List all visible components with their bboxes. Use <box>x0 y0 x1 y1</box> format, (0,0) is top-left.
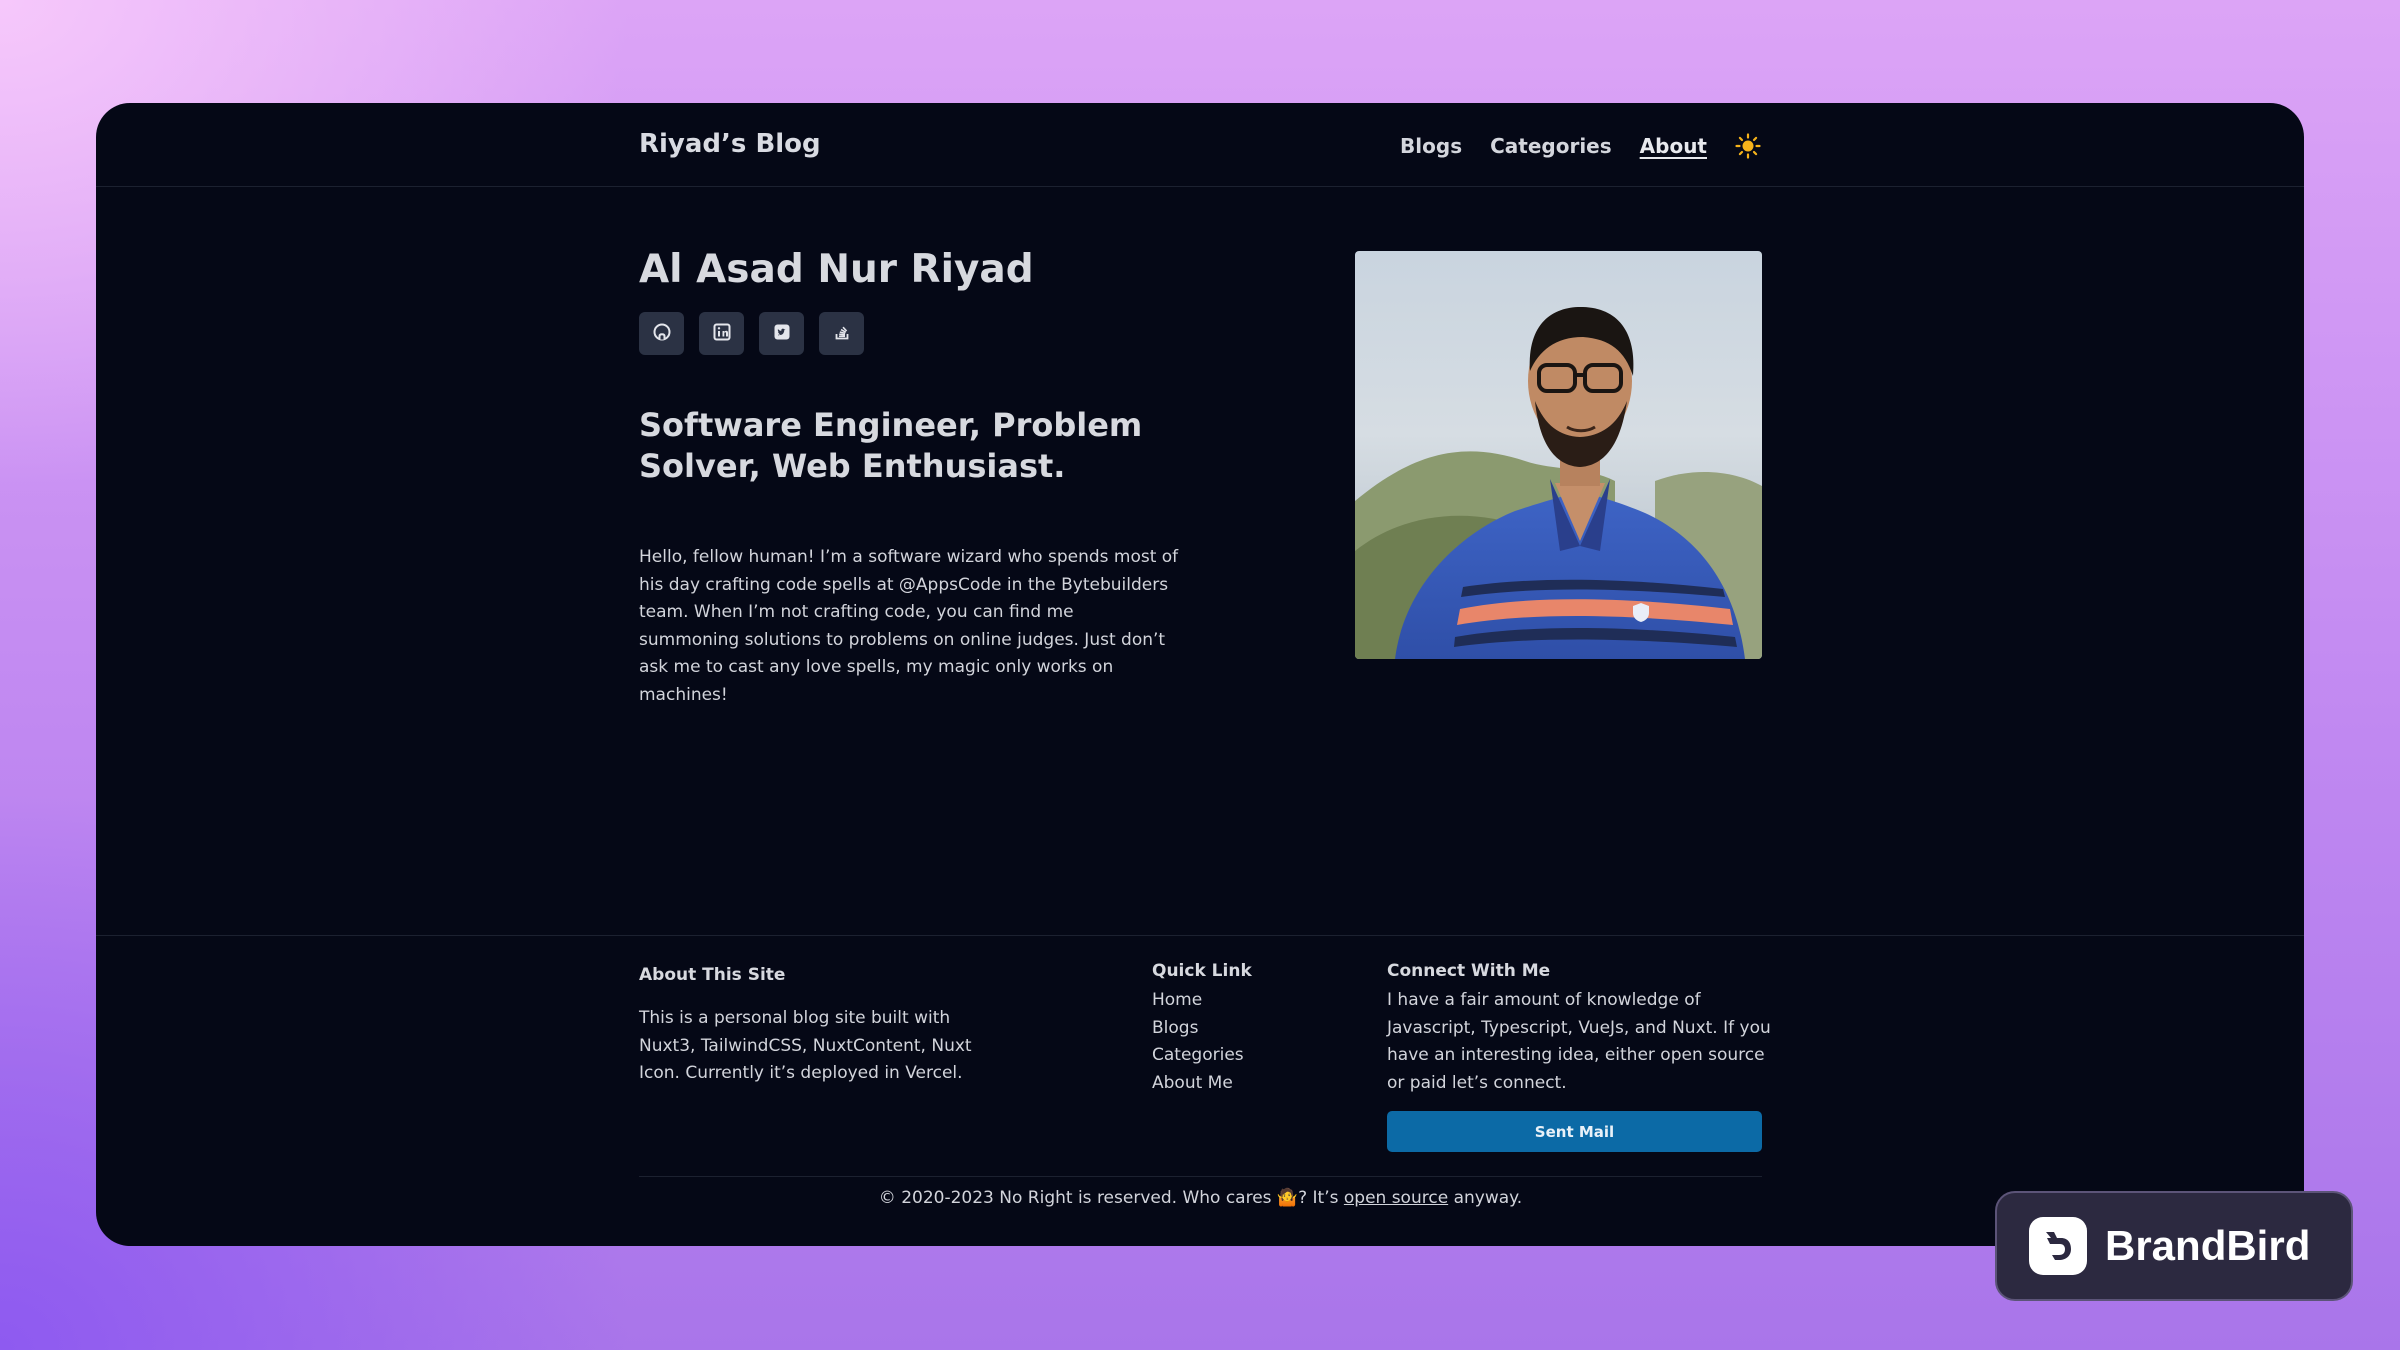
quick-link-blogs[interactable]: Blogs <box>1152 1018 1198 1038</box>
brandbird-logo-icon <box>2029 1217 2087 1275</box>
list-item: Home <box>1152 987 1244 1015</box>
nav-about[interactable]: About <box>1640 134 1707 158</box>
nav-categories[interactable]: Categories <box>1490 134 1612 158</box>
linkedin-icon <box>712 322 732 346</box>
github-link[interactable] <box>639 312 684 355</box>
footer-connect-text: I have a fair amount of knowledge of Jav… <box>1387 990 1771 1093</box>
footer-connect-title: Connect With Me <box>1387 961 1551 981</box>
social-links <box>639 312 864 355</box>
open-source-link[interactable]: open source <box>1344 1188 1448 1208</box>
list-item: About Me <box>1152 1070 1244 1098</box>
site-brand[interactable]: Riyad’s Blog <box>639 129 821 159</box>
main-nav: Blogs Categories About <box>1400 133 1761 159</box>
nav-blogs[interactable]: Blogs <box>1400 134 1462 158</box>
browser-window: Riyad’s Blog Blogs Categories About Al A… <box>96 103 2304 1246</box>
quick-link-home[interactable]: Home <box>1152 990 1202 1010</box>
copyright-text: © 2020-2023 No Right is reserved. Who ca… <box>639 1188 1762 1208</box>
list-item: Blogs <box>1152 1015 1244 1043</box>
footer-divider <box>96 935 2304 936</box>
footer-quick-title: Quick Link <box>1152 961 1252 981</box>
copyright-divider <box>639 1176 1762 1177</box>
copyright-suffix: anyway. <box>1448 1188 1523 1208</box>
list-item: Categories <box>1152 1042 1244 1070</box>
profile-name: Al Asad Nur Riyad <box>639 247 1034 292</box>
footer-about-text: This is a personal blog site built with … <box>639 1008 972 1084</box>
twitter-icon <box>772 322 792 346</box>
profile-photo <box>1355 251 1762 659</box>
quick-link-categories[interactable]: Categories <box>1152 1045 1244 1065</box>
footer-about-title: About This Site <box>639 965 786 985</box>
stackoverflow-link[interactable] <box>819 312 864 355</box>
sent-mail-button[interactable]: Sent Mail <box>1387 1111 1762 1152</box>
copyright-prefix: © 2020-2023 No Right is reserved. Who ca… <box>878 1188 1344 1208</box>
quick-link-about-me[interactable]: About Me <box>1152 1073 1233 1093</box>
brandbird-watermark: BrandBird <box>1995 1191 2353 1301</box>
brandbird-label: BrandBird <box>2105 1222 2311 1269</box>
sun-icon[interactable] <box>1735 133 1761 159</box>
twitter-link[interactable] <box>759 312 804 355</box>
linkedin-link[interactable] <box>699 312 744 355</box>
stackoverflow-icon <box>832 322 852 346</box>
quick-links-list: Home Blogs Categories About Me <box>1152 987 1244 1097</box>
profile-bio: Hello, fellow human! I’m a software wiza… <box>639 547 1179 705</box>
profile-tagline: Software Engineer, Problem Solver, Web E… <box>639 406 1143 485</box>
site-header: Riyad’s Blog Blogs Categories About <box>96 103 2304 187</box>
github-icon <box>652 322 672 346</box>
